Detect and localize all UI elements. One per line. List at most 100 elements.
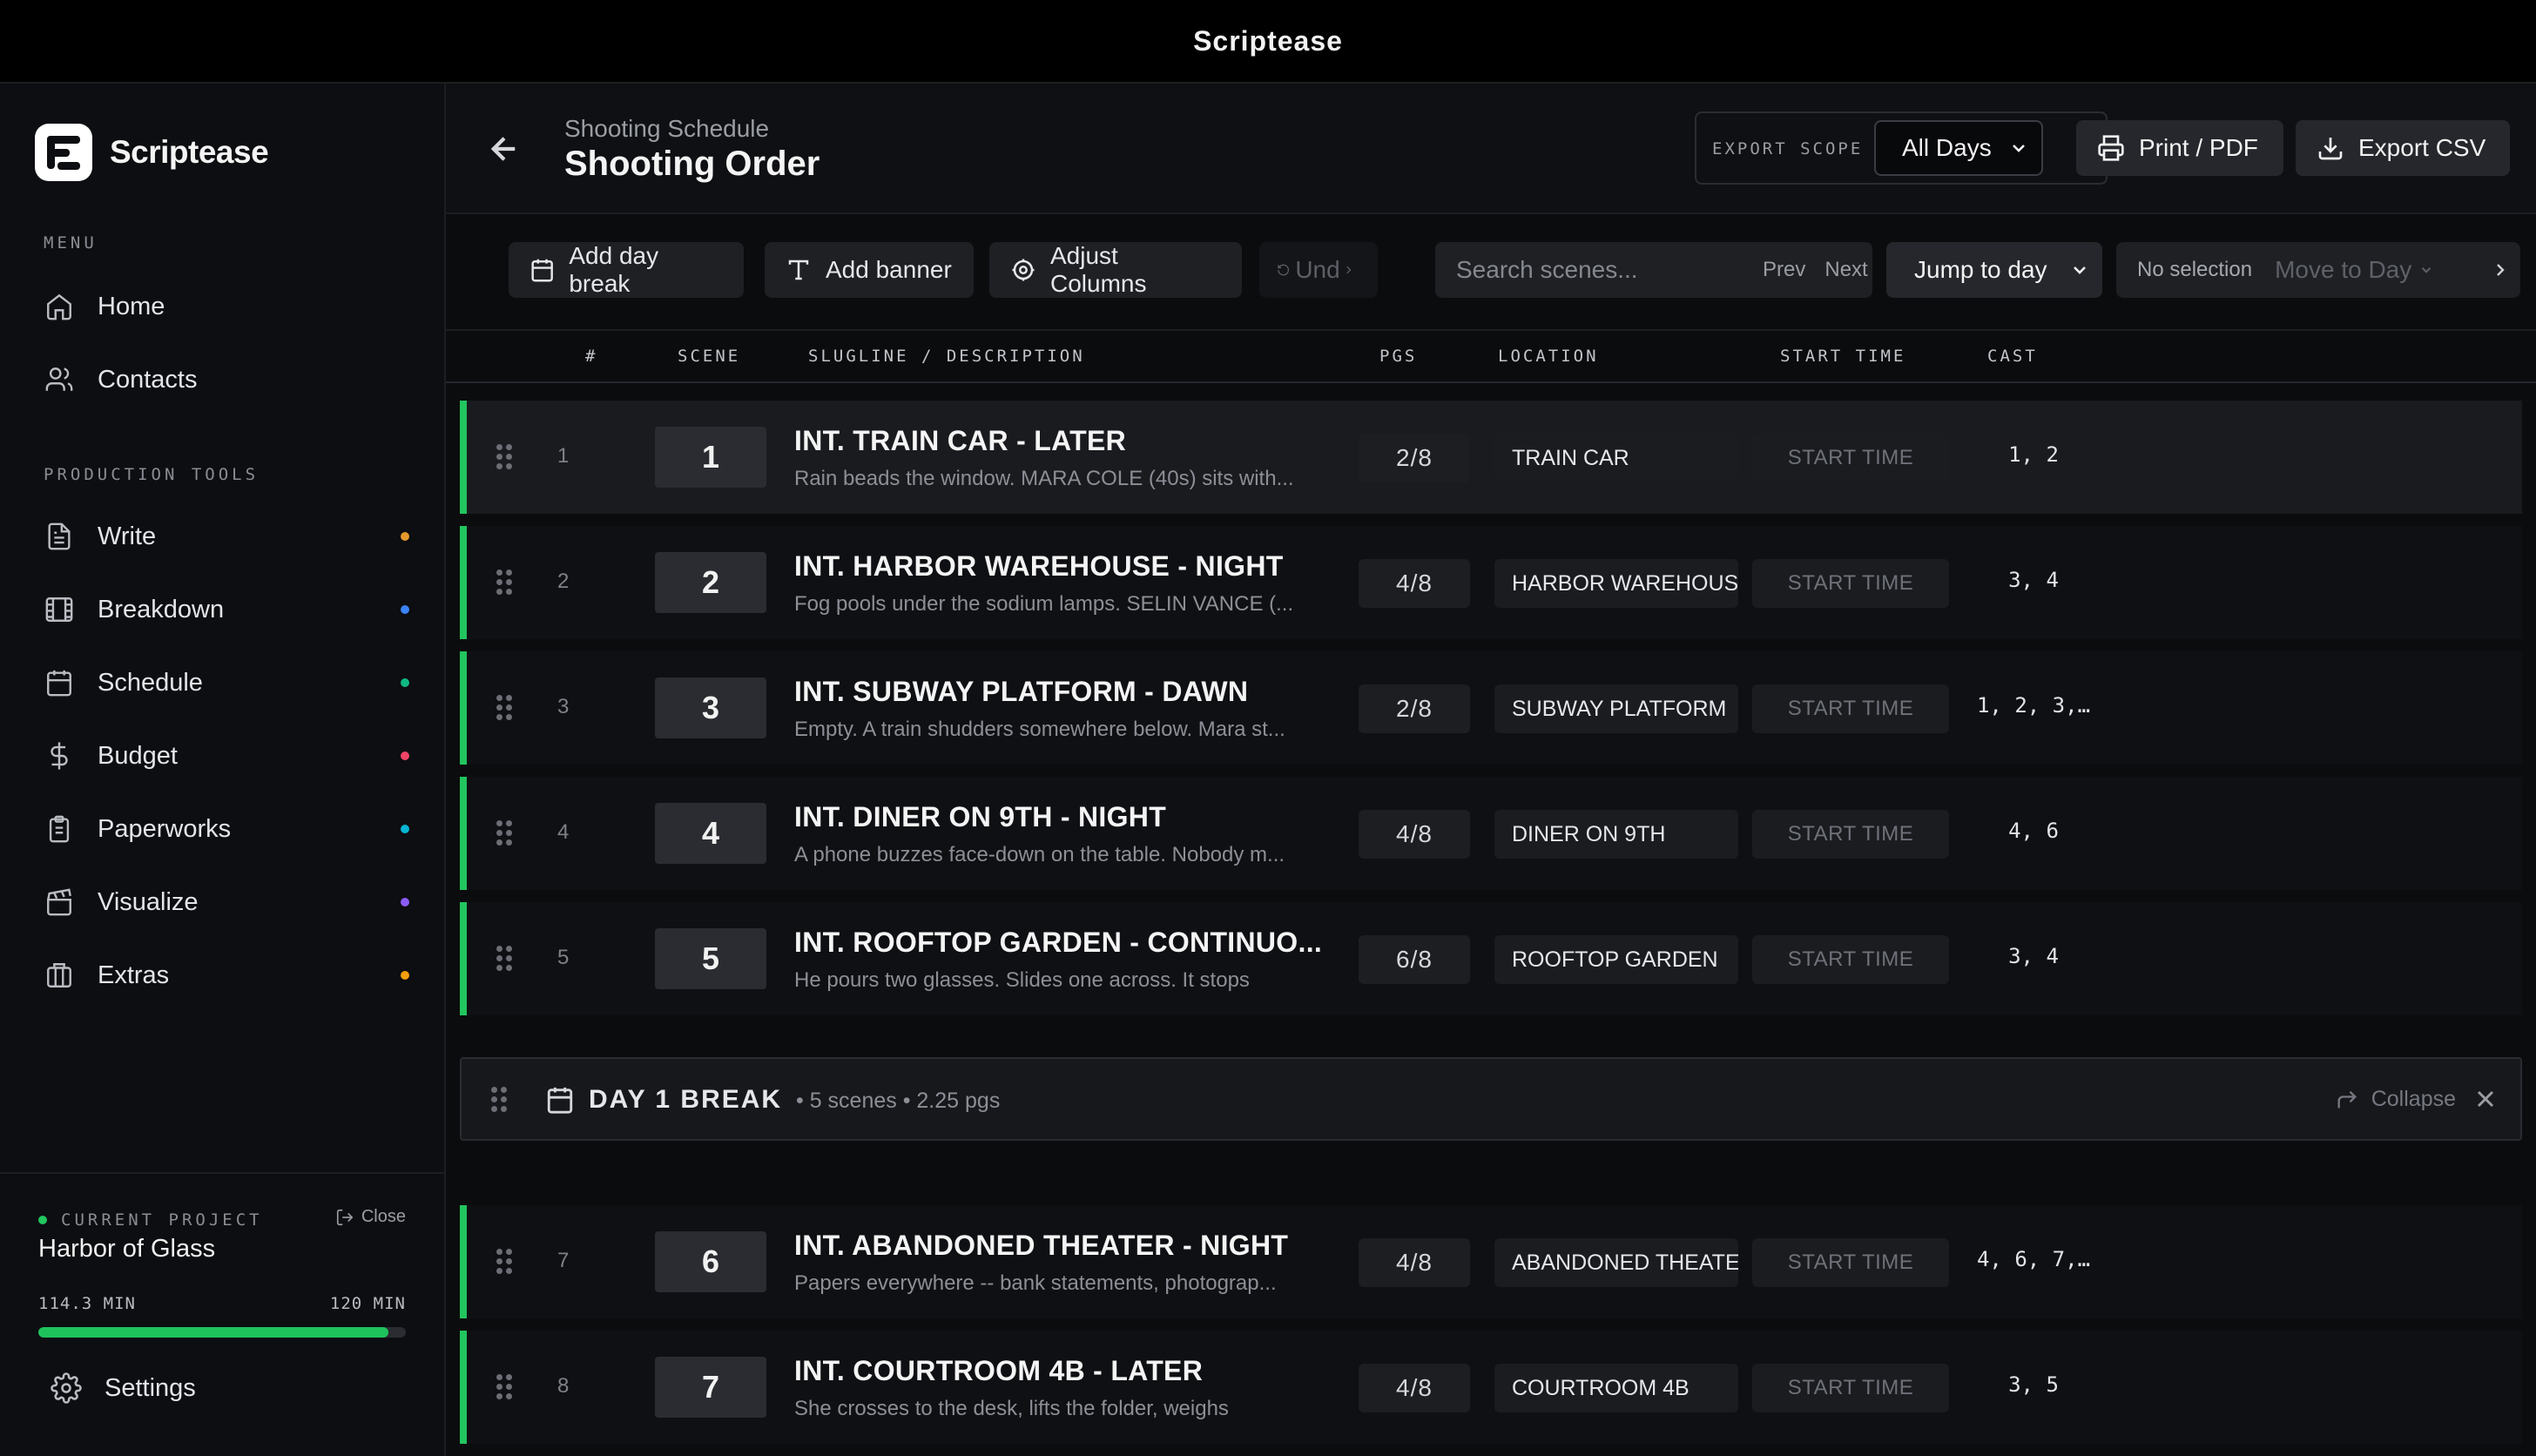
close-project-button[interactable]: Close	[335, 1207, 406, 1227]
sidebar-item-extras[interactable]: Extras	[44, 949, 409, 1001]
settings-button[interactable]: Settings	[51, 1372, 196, 1404]
start-time-input[interactable]: START TIME	[1752, 935, 1949, 984]
start-time-input[interactable]: START TIME	[1752, 1238, 1949, 1287]
search-next-button[interactable]: Next	[1824, 258, 1867, 282]
drag-handle-icon[interactable]	[496, 1249, 512, 1275]
drag-handle-icon[interactable]	[496, 444, 512, 470]
column-header[interactable]: START TIME	[1780, 347, 1905, 366]
page-count[interactable]: 4/8	[1359, 559, 1470, 608]
sidebar-item-visualize[interactable]: Visualize	[44, 876, 409, 928]
row-number: 2	[557, 570, 570, 593]
column-header[interactable]: SLUGLINE / DESCRIPTION	[808, 347, 1085, 366]
day-break-banner[interactable]: DAY 1 BREAK • 5 scenes • 2.25 pgs Collap…	[460, 1057, 2522, 1141]
main-content: Shooting Schedule Shooting Order EXPORT …	[446, 84, 2536, 1456]
breadcrumb[interactable]: Shooting Schedule	[564, 115, 769, 143]
add-banner-button[interactable]: Add banner	[765, 242, 974, 298]
cast-cell[interactable]: 4, 6	[1959, 819, 2108, 843]
column-header[interactable]: CAST	[1987, 347, 2038, 366]
sidebar-item-write[interactable]: Write	[44, 510, 409, 563]
cast-cell[interactable]: 3, 4	[1959, 944, 2108, 968]
start-time-input[interactable]: START TIME	[1752, 1364, 1949, 1412]
search-prev-button[interactable]: Prev	[1763, 258, 1805, 282]
column-header[interactable]: LOCATION	[1498, 347, 1599, 366]
cast-cell[interactable]: 3, 5	[1959, 1372, 2108, 1397]
table-row[interactable]: 3 3 INT. SUBWAY PLATFORM - DAWN Empty. A tr…	[460, 651, 2522, 765]
cast-cell[interactable]: 1, 2, 3,…	[1959, 693, 2108, 718]
start-time-input[interactable]: START TIME	[1752, 810, 1949, 859]
gear-icon	[51, 1372, 82, 1404]
cast-cell[interactable]: 1, 2	[1959, 442, 2108, 467]
location-cell[interactable]: SUBWAY PLATFORM	[1494, 684, 1738, 733]
location-cell[interactable]: DINER ON 9TH	[1494, 810, 1738, 859]
move-to-day-select[interactable]: Move to Day	[2275, 256, 2434, 284]
table-row[interactable]: 5 5 INT. ROOFTOP GARDEN - CONTINUO... He po…	[460, 902, 2522, 1015]
add-day-break-button[interactable]: Add day break	[509, 242, 744, 298]
search-input[interactable]	[1456, 256, 1744, 284]
jump-to-day-select[interactable]: Jump to day	[1886, 242, 2102, 298]
start-time-input[interactable]: START TIME	[1752, 559, 1949, 608]
sidebar-item-paperworks[interactable]: Paperworks	[44, 803, 409, 855]
column-header[interactable]: PGS	[1379, 347, 1417, 366]
project-status-dot	[38, 1216, 47, 1224]
location-cell[interactable]: HARBOR WAREHOUSE	[1494, 559, 1738, 608]
page-count[interactable]: 6/8	[1359, 935, 1470, 984]
move-next-button[interactable]	[2480, 242, 2520, 298]
adjust-columns-button[interactable]: Adjust Columns	[989, 242, 1242, 298]
sidebar-item-contacts[interactable]: Contacts	[44, 354, 409, 406]
sidebar-item-home[interactable]: Home	[44, 280, 409, 333]
scene-number: 1	[655, 427, 766, 488]
back-button[interactable]	[486, 131, 523, 167]
cast-cell[interactable]: 4, 6, 7,…	[1959, 1247, 2108, 1271]
page-count[interactable]: 2/8	[1359, 434, 1470, 482]
cast-cell[interactable]: 3, 4	[1959, 568, 2108, 592]
table-row[interactable]: 8 7 INT. COURTROOM 4B - LATER She crosses t…	[460, 1331, 2522, 1444]
location-cell[interactable]: ROOFTOP GARDEN	[1494, 935, 1738, 984]
scene-description: She crosses to the desk, lifts the folde…	[794, 1397, 1229, 1420]
print-pdf-button[interactable]: Print / PDF	[2076, 120, 2283, 176]
column-header[interactable]: #	[585, 347, 597, 366]
brand[interactable]: Scriptease	[35, 124, 269, 181]
start-time-input[interactable]: START TIME	[1752, 684, 1949, 733]
collapse-day-button[interactable]: Collapse	[2335, 1087, 2456, 1112]
row-accent-bar	[460, 777, 467, 890]
drag-handle-icon[interactable]	[496, 1374, 512, 1400]
chevron-down-icon	[2074, 266, 2086, 274]
drag-handle-icon[interactable]	[496, 695, 512, 721]
day-break-title: DAY 1 BREAK	[589, 1085, 783, 1114]
page-count[interactable]: 2/8	[1359, 684, 1470, 733]
settings-label: Settings	[105, 1373, 196, 1402]
sidebar-item-schedule[interactable]: Schedule	[44, 657, 409, 709]
chevron-right-icon	[2497, 264, 2505, 276]
page-header: Shooting Schedule Shooting Order EXPORT …	[446, 84, 2536, 214]
sidebar-item-budget[interactable]: Budget	[44, 730, 409, 782]
drag-handle-icon[interactable]	[491, 1087, 507, 1113]
sidebar-item-label: Paperworks	[98, 814, 232, 843]
export-csv-button[interactable]: Export CSV	[2296, 120, 2510, 176]
location-cell[interactable]: TRAIN CAR	[1494, 434, 1738, 482]
table-row[interactable]: 7 6 INT. ABANDONED THEATER - NIGHT Papers e…	[460, 1205, 2522, 1318]
table-row[interactable]: 1 1 INT. TRAIN CAR - LATER Rain beads the w…	[460, 401, 2522, 514]
table-row[interactable]: 2 2 INT. HARBOR WAREHOUSE - NIGHT Fog pools…	[460, 526, 2522, 639]
drag-handle-icon[interactable]	[496, 820, 512, 846]
slugline: INT. COURTROOM 4B - LATER	[794, 1355, 1204, 1386]
chevron-right-icon	[1346, 266, 1352, 274]
slugline: INT. TRAIN CAR - LATER	[794, 425, 1127, 456]
drag-handle-icon[interactable]	[496, 946, 512, 972]
remove-day-break-button[interactable]	[2472, 1085, 2499, 1113]
undo-button[interactable]: Und	[1259, 242, 1378, 298]
download-icon	[2318, 138, 2343, 160]
sidebar-item-breakdown[interactable]: Breakdown	[44, 583, 409, 636]
page-count[interactable]: 4/8	[1359, 1364, 1470, 1412]
page-count[interactable]: 4/8	[1359, 810, 1470, 859]
sidebar: Scriptease MENU Home Contacts PRODUCTION …	[0, 84, 446, 1456]
page-count[interactable]: 4/8	[1359, 1238, 1470, 1287]
start-time-input[interactable]: START TIME	[1752, 434, 1949, 482]
location-cell[interactable]: ABANDONED THEATE	[1494, 1238, 1738, 1287]
column-header[interactable]: SCENE	[678, 347, 740, 366]
table-row[interactable]: 4 4 INT. DINER ON 9TH - NIGHT A phone buzze…	[460, 777, 2522, 890]
location-cell[interactable]: COURTROOM 4B	[1494, 1364, 1738, 1412]
sidebar-item-label: Schedule	[98, 668, 203, 697]
drag-handle-icon[interactable]	[496, 570, 512, 596]
row-accent-bar	[460, 526, 467, 639]
export-scope-select[interactable]: All Days	[1874, 120, 2043, 176]
